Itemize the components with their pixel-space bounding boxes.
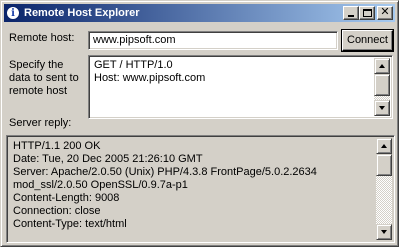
reply-scrollbar[interactable] — [376, 138, 392, 240]
window-title: Remote Host Explorer — [24, 7, 140, 19]
remote-host-input[interactable]: www.pipsoft.com — [88, 31, 338, 50]
maximize-icon — [363, 9, 372, 17]
arrow-up-icon — [379, 64, 385, 68]
reply-scroll-down-button[interactable] — [376, 224, 392, 240]
caption-buttons: ✕ — [343, 5, 393, 20]
close-icon: ✕ — [380, 5, 390, 18]
arrow-down-icon — [379, 106, 385, 110]
request-scroll-thumb[interactable] — [374, 74, 390, 96]
server-reply-label: Server reply: — [9, 117, 72, 129]
info-icon[interactable]: i — [6, 6, 20, 20]
request-data-label: Specify the data to sent to remote host — [9, 59, 79, 97]
remote-host-label: Remote host: — [9, 32, 75, 44]
title-bar[interactable]: i Remote Host Explorer ✕ — [4, 4, 395, 22]
arrow-down-icon — [381, 230, 387, 234]
remote-host-explorer-window: i Remote Host Explorer ✕ Remote host: ww… — [0, 0, 399, 247]
minimize-icon — [348, 15, 354, 17]
request-scroll-down-button[interactable] — [374, 100, 390, 116]
request-scroll-up-button[interactable] — [374, 58, 390, 74]
close-button[interactable]: ✕ — [377, 5, 393, 20]
server-reply-textarea[interactable]: HTTP/1.1 200 OK Date: Tue, 20 Dec 2005 2… — [6, 135, 395, 243]
reply-scroll-up-button[interactable] — [376, 138, 392, 154]
reply-scroll-thumb[interactable] — [376, 154, 392, 176]
server-reply-text: HTTP/1.1 200 OK Date: Tue, 20 Dec 2005 2… — [13, 140, 317, 230]
request-scrollbar[interactable] — [374, 58, 390, 116]
arrow-up-icon — [381, 144, 387, 148]
connect-button[interactable]: Connect — [341, 29, 394, 52]
maximize-button[interactable] — [359, 6, 375, 20]
request-data-text: GET / HTTP/1.0 Host: www.pipsoft.com — [94, 59, 206, 84]
minimize-button[interactable] — [343, 6, 359, 20]
request-data-textarea[interactable]: GET / HTTP/1.0 Host: www.pipsoft.com — [88, 55, 393, 119]
